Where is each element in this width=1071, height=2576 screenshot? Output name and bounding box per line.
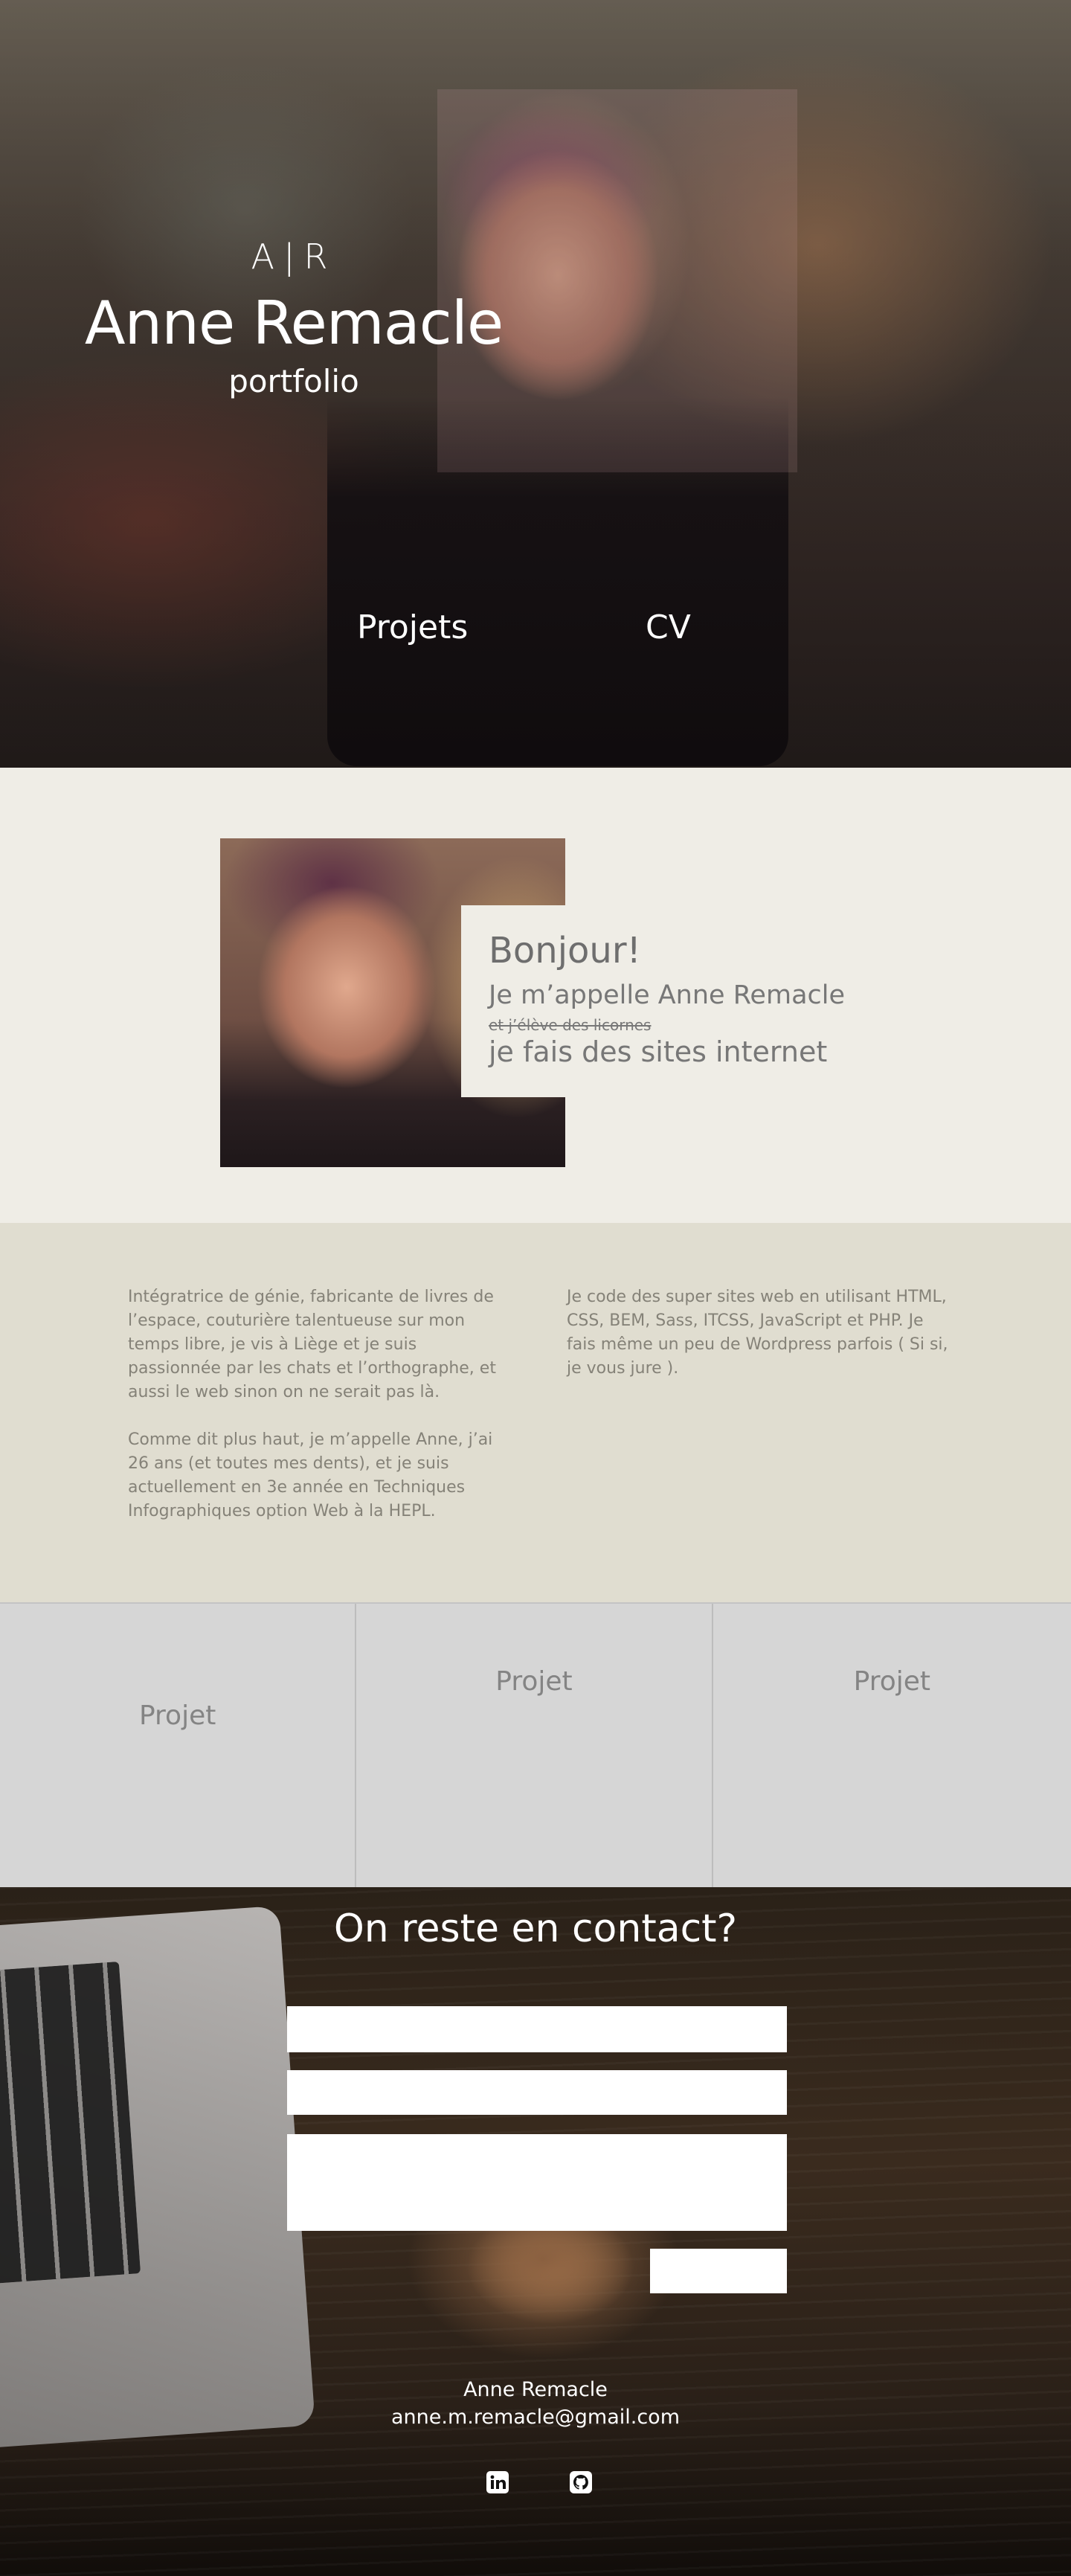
about-paragraph-3: Je code des super sites web en utilisant… (567, 1288, 948, 1378)
intro-job-line: je fais des sites internet (489, 1035, 828, 1068)
laptop-background-image (0, 1905, 315, 2450)
site-title: Anne Remacle (84, 289, 504, 358)
logo-initials: A|R (251, 237, 337, 277)
name-field[interactable] (287, 2006, 787, 2052)
project-label: Projet (495, 1666, 573, 1697)
about-paragraph-1: Intégratrice de génie, fabricante de liv… (128, 1288, 496, 1401)
footer-email-link[interactable]: anne.m.remacle@gmail.com (0, 2406, 1071, 2429)
intro-name-line: Je m’appelle Anne Remacle (489, 980, 846, 1010)
contact-title: On reste en contact? (333, 1907, 738, 1951)
message-field[interactable] (287, 2134, 787, 2231)
email-field[interactable] (287, 2070, 787, 2115)
contact-section: On reste en contact? Anne Remacle anne.m… (0, 1887, 1071, 2576)
projects-grid: Projet Projet Projet (0, 1602, 1071, 1887)
github-icon[interactable] (568, 2470, 594, 2495)
project-label: Projet (853, 1666, 931, 1697)
project-card-1[interactable]: Projet (0, 1604, 357, 1887)
intro-strikethrough-line: et j’élève des licornes (489, 1016, 652, 1034)
about-paragraph-2: Comme dit plus haut, je m’appelle Anne, … (128, 1430, 493, 1520)
project-card-2[interactable]: Projet (356, 1604, 713, 1887)
linkedin-icon[interactable] (485, 2470, 510, 2495)
intro-section: Bonjour! Je m’appelle Anne Remacle et j’… (0, 768, 1071, 1223)
hero-section: A|R Anne Remacle portfolio Projets CV (0, 0, 1071, 768)
site-subtitle: portfolio (228, 363, 359, 399)
send-button[interactable] (650, 2249, 787, 2293)
footer-name: Anne Remacle (463, 2378, 608, 2401)
nav-link-projets[interactable]: Projets (357, 608, 468, 646)
greeting-heading: Bonjour! (489, 930, 641, 971)
nav-link-cv[interactable]: CV (646, 608, 691, 646)
project-label: Projet (138, 1700, 216, 1731)
project-card-3[interactable]: Projet (713, 1604, 1071, 1887)
about-section: Intégratrice de génie, fabricante de liv… (0, 1223, 1071, 1602)
